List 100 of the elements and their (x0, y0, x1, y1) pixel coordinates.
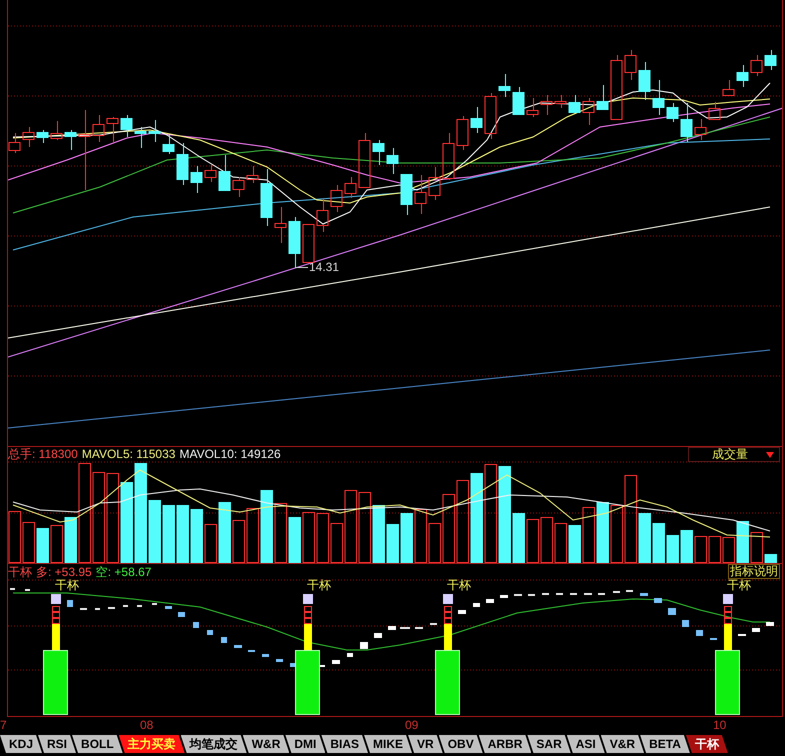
candlestick (50, 120, 62, 140)
indicator-tab[interactable]: BIAS (321, 735, 368, 753)
indicator-marker (123, 605, 128, 607)
indicator-marker (752, 628, 760, 632)
volume-bar (764, 554, 777, 563)
candlestick (638, 62, 650, 100)
indicator-marker (598, 593, 605, 595)
candlestick (204, 164, 216, 182)
candlestick (274, 206, 286, 244)
candlestick (512, 86, 524, 115)
volume-bar (610, 505, 623, 563)
candlestick (666, 102, 678, 122)
candlestick (456, 116, 468, 150)
candlestick (624, 50, 636, 80)
indicator-marker (486, 599, 494, 603)
volume-bar (218, 502, 231, 563)
indicator-marker (738, 634, 746, 636)
indicator-tab[interactable]: ASI (566, 735, 605, 753)
volume-bar (302, 512, 315, 563)
candlestick (470, 106, 482, 134)
help-button[interactable]: 指标说明 (728, 564, 780, 579)
indicator-marker (415, 627, 423, 629)
candlestick (414, 174, 426, 214)
volume-bar (582, 507, 595, 563)
indicator-tab[interactable]: MIKE (364, 735, 412, 753)
candlestick (288, 216, 300, 268)
indicator-tab[interactable]: ARBR (478, 735, 532, 753)
candlestick (442, 132, 454, 180)
volume-bar (554, 523, 567, 563)
indicator-marker (137, 605, 142, 607)
indicator-marker (67, 600, 73, 607)
candlestick (568, 94, 580, 113)
indicator-marker (221, 637, 227, 643)
volume-bar (708, 536, 721, 563)
indicator-tab[interactable]: DMI (285, 735, 326, 753)
indicator-tab[interactable]: KDJ (0, 735, 42, 753)
indicator-marker (10, 588, 15, 590)
volume-bar (596, 502, 609, 563)
candlestick (722, 80, 734, 96)
indicator-tab[interactable]: 主力买卖 (118, 735, 185, 753)
indicator-marker (556, 593, 563, 595)
indicator-tab[interactable]: V&R (600, 735, 644, 753)
indicator-tab[interactable]: OBV (438, 735, 483, 753)
volume-bar (232, 520, 245, 563)
candlestick (358, 132, 370, 188)
indicator-marker (262, 654, 269, 657)
indicator-marker (668, 608, 676, 615)
volume-bar (204, 524, 217, 563)
indicator-marker (178, 612, 185, 617)
indicator-tab[interactable]: 均笔成交 (180, 735, 247, 753)
candlestick (232, 176, 244, 198)
volume-readout: MAVOL5: 115033 (82, 448, 176, 461)
candlestick (610, 54, 622, 120)
candlestick (764, 50, 776, 70)
indicator-marker (108, 607, 115, 609)
indicator-tab[interactable]: RSI (38, 735, 76, 753)
indicator-tab[interactable]: W&R (242, 735, 290, 753)
volume-bar (722, 537, 735, 563)
indicator-readout: 空: +58.67 (96, 566, 152, 579)
candlestick (22, 126, 34, 148)
indicator-marker (290, 663, 295, 667)
candlestick (736, 64, 748, 88)
candlestick (694, 118, 706, 140)
volume-bar (442, 494, 455, 563)
volume-bar (386, 524, 399, 563)
volume-readout: 总手: 118300 (8, 448, 78, 461)
candlestick (36, 130, 48, 144)
volume-bar (162, 505, 175, 563)
candlestick (372, 140, 384, 166)
indicator-marker (514, 594, 522, 596)
candlestick (190, 166, 202, 194)
volume-bar (148, 500, 161, 563)
candlestick (8, 132, 20, 154)
signal-label: 干杯 (447, 579, 471, 592)
indicator-dropdown[interactable]: 成交量 (688, 447, 780, 462)
indicator-marker (360, 642, 368, 649)
indicator-marker (654, 598, 662, 603)
candlestick (652, 80, 664, 116)
volume-bar (190, 509, 203, 563)
volume-bar (358, 492, 371, 563)
indicator-tab[interactable]: VR (408, 735, 443, 753)
indicator-marker (248, 650, 255, 652)
indicator-marker (165, 606, 172, 609)
volume-bar (8, 511, 21, 563)
indicator-marker (528, 594, 535, 596)
indicator-marker (374, 633, 382, 638)
indicator-tab[interactable]: 干杯 (686, 735, 728, 753)
volume-bar (428, 523, 441, 563)
candlestick (134, 126, 146, 148)
indicator-tab[interactable]: BOLL (72, 735, 123, 753)
candlestick (218, 154, 230, 191)
indicator-marker (584, 593, 592, 595)
indicator-tab[interactable]: BETA (640, 735, 690, 753)
candlestick (316, 198, 328, 232)
volume-bar (540, 517, 553, 563)
indicator-marker (234, 645, 242, 648)
indicator-tab[interactable]: SAR (527, 735, 571, 753)
volume-bar (666, 535, 679, 563)
indicator-marker (400, 627, 410, 629)
indicator-marker (473, 603, 480, 607)
